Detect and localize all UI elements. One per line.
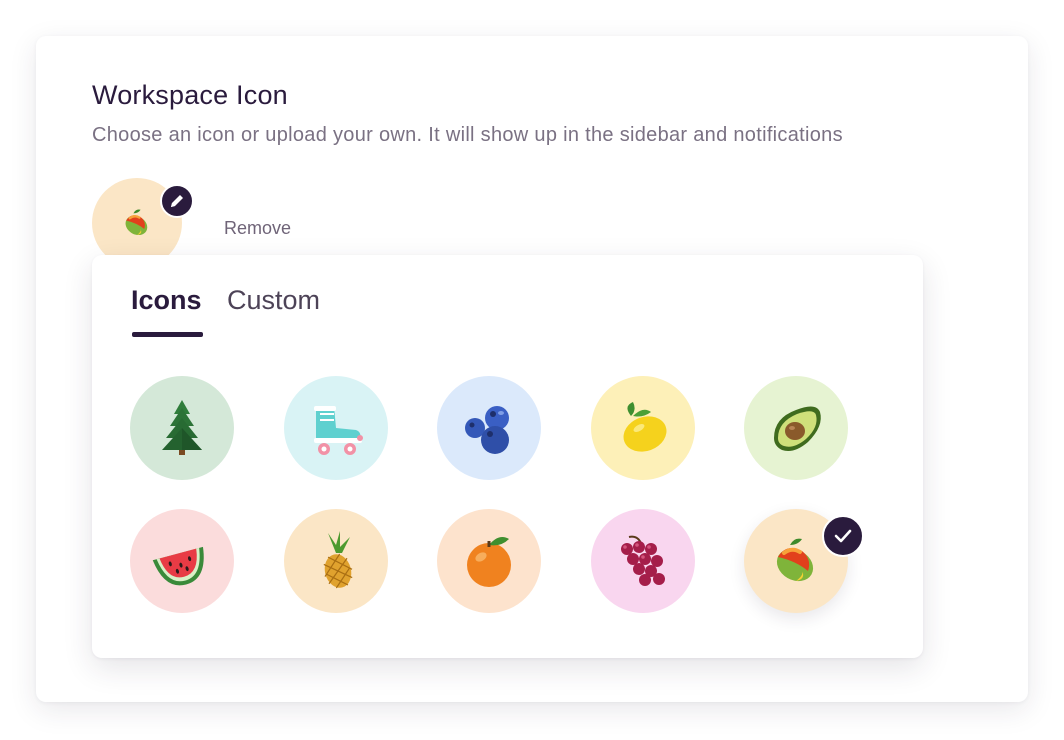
grapes-icon — [621, 535, 665, 586]
icon-option-avocado[interactable] — [744, 376, 848, 480]
icon-option-watermelon[interactable] — [130, 509, 234, 613]
icon-option-tree[interactable] — [130, 376, 234, 480]
tab-custom[interactable]: Custom — [227, 285, 320, 316]
tab-icons[interactable]: Icons — [131, 285, 202, 316]
checkmark-icon — [834, 529, 852, 543]
pineapple-icon — [323, 531, 353, 589]
mango-icon — [125, 209, 148, 236]
active-tab-indicator — [132, 332, 203, 337]
roller-skate-icon — [314, 406, 363, 455]
icon-option-blueberries[interactable] — [437, 376, 541, 480]
remove-icon-link[interactable]: Remove — [224, 218, 291, 239]
icon-option-lemon[interactable] — [591, 376, 695, 480]
icon-option-mango[interactable] — [744, 509, 864, 613]
icon-option-grapes[interactable] — [591, 509, 695, 613]
tree-icon — [162, 400, 202, 455]
lemon-icon — [623, 402, 667, 452]
icon-picker-panel: Icons Custom — [92, 255, 923, 658]
edit-icon-button[interactable] — [160, 184, 194, 218]
icon-option-orange[interactable] — [437, 509, 541, 613]
page-title: Workspace Icon — [92, 80, 288, 110]
orange-icon — [467, 537, 511, 587]
icon-option-pineapple[interactable] — [284, 509, 388, 613]
mango-icon — [776, 538, 814, 582]
watermelon-icon — [152, 546, 204, 586]
blueberries-icon — [465, 406, 509, 454]
page-subtitle: Choose an icon or upload your own. It wi… — [92, 124, 843, 146]
avocado-icon — [774, 406, 821, 451]
icon-option-roller-skate[interactable] — [284, 376, 388, 480]
pencil-icon — [171, 195, 183, 207]
selected-check-badge — [822, 515, 864, 557]
